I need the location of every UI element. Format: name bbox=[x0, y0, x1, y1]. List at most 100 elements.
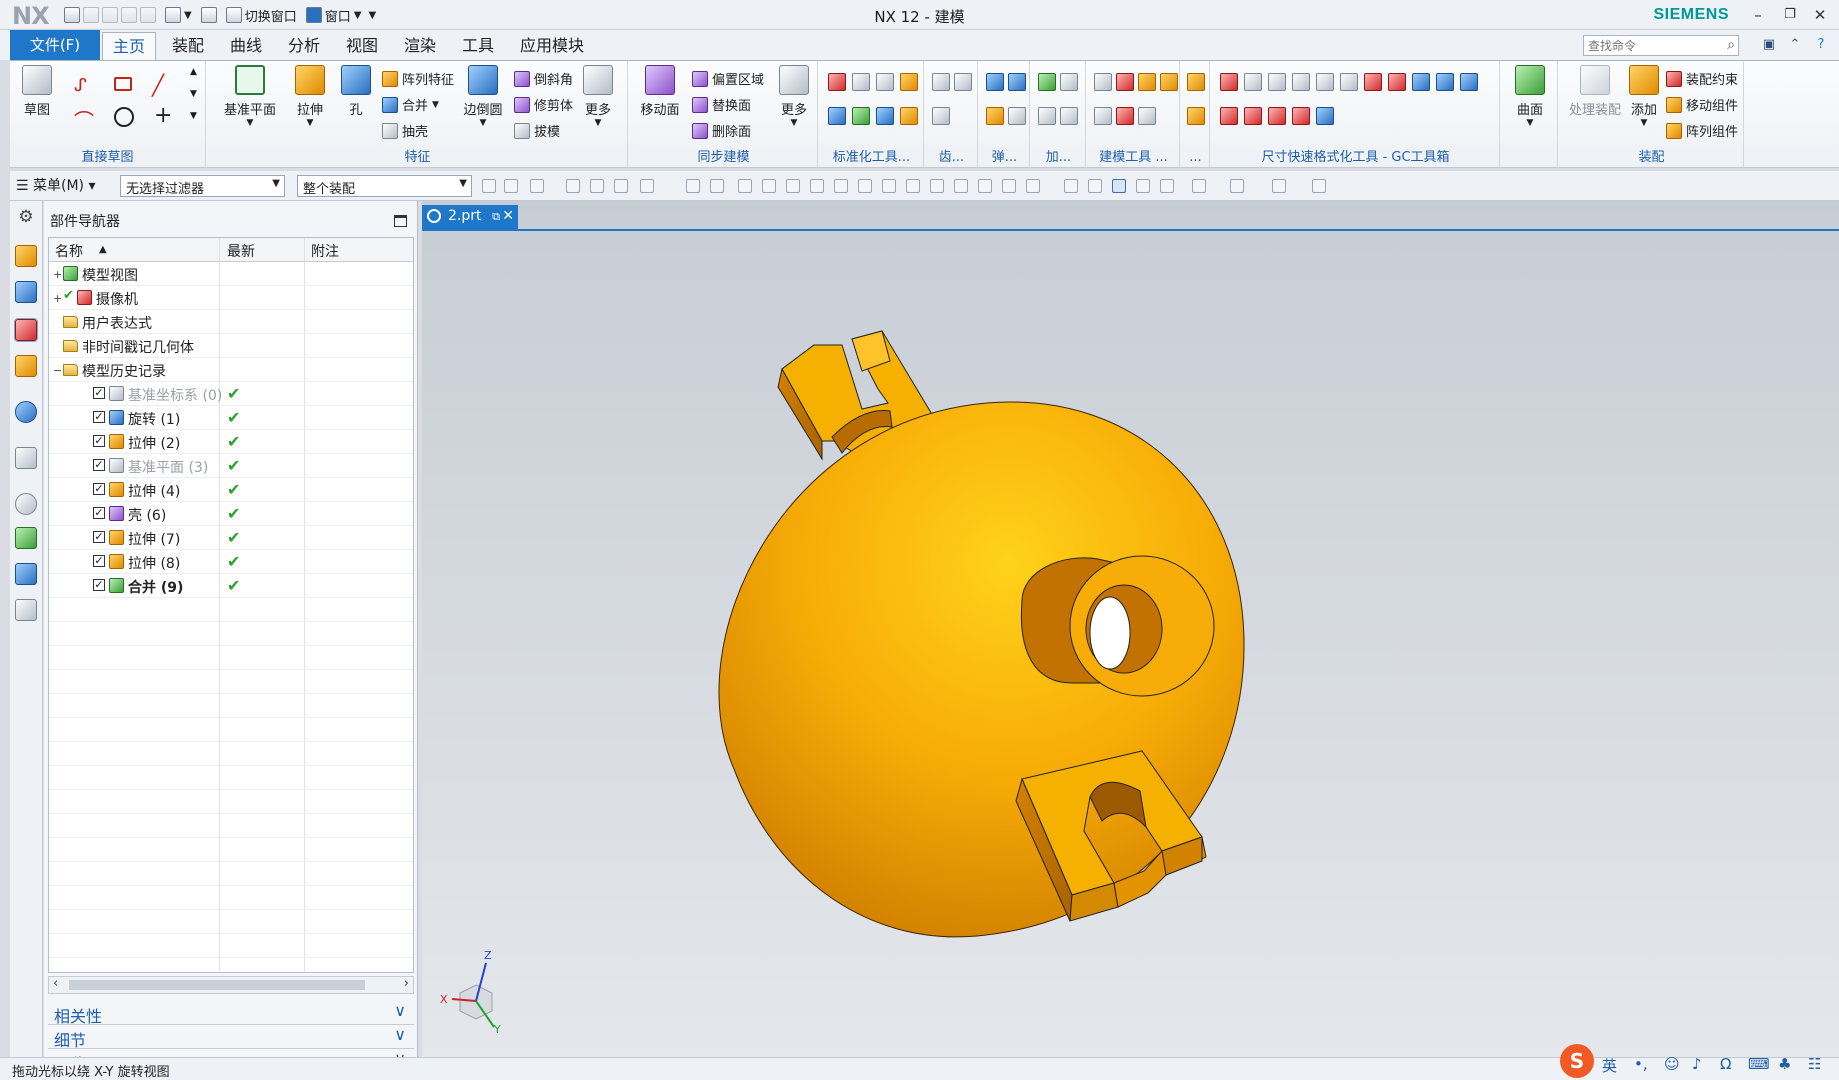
render-style-icon[interactable] bbox=[1230, 179, 1244, 193]
column-header-name[interactable]: 名称 bbox=[55, 241, 83, 261]
line-icon[interactable]: ╱ bbox=[152, 73, 164, 97]
modeling-tool-icon[interactable] bbox=[1116, 73, 1134, 91]
feature-more-button[interactable]: 更多 ▼ bbox=[580, 65, 616, 128]
arc-icon[interactable]: ⌒ bbox=[74, 105, 94, 133]
dimension-tool-icon[interactable] bbox=[1316, 73, 1334, 91]
hole-button[interactable]: 孔 bbox=[338, 65, 374, 118]
snap-point-icon[interactable] bbox=[906, 179, 920, 193]
machining-tool-icon[interactable] bbox=[1038, 73, 1056, 91]
feature-checkbox[interactable]: ✓ bbox=[93, 483, 105, 495]
orient-view-icon[interactable] bbox=[1192, 179, 1206, 193]
surface-button[interactable]: 曲面 ▼ bbox=[1510, 65, 1550, 128]
scroll-right-icon[interactable]: › bbox=[404, 976, 409, 991]
tab-assembly[interactable]: 装配 bbox=[162, 32, 214, 60]
snap-point-icon[interactable] bbox=[762, 179, 776, 193]
snap-point-icon[interactable] bbox=[858, 179, 872, 193]
collapse-ribbon-icon[interactable]: ⌃ bbox=[1787, 37, 1803, 53]
ime-skin-icon[interactable]: ♣ bbox=[1778, 1055, 1791, 1073]
part-model[interactable] bbox=[422, 231, 1839, 1057]
document-tab[interactable]: 2.prt ⧉ ✕ bbox=[422, 205, 518, 229]
dimension-tool-icon[interactable] bbox=[1244, 107, 1262, 125]
standard-tool-icon[interactable] bbox=[900, 107, 918, 125]
feature-checkbox[interactable]: ✓ bbox=[93, 387, 105, 399]
tree-row[interactable]: ✓ 旋转 (1) ✔ bbox=[49, 406, 413, 430]
standard-tool-icon[interactable] bbox=[876, 73, 894, 91]
selection-filter-icon[interactable] bbox=[504, 179, 518, 193]
ime-toolbox-icon[interactable]: Ω bbox=[1720, 1055, 1731, 1073]
snap-point-icon[interactable] bbox=[1026, 179, 1040, 193]
modeling-tool-icon[interactable] bbox=[1160, 73, 1178, 91]
dimension-tool-icon[interactable] bbox=[1388, 73, 1406, 91]
punctuation-icon[interactable]: •, bbox=[1634, 1055, 1648, 1073]
gallery-more-icon[interactable]: ▼ bbox=[190, 111, 197, 129]
tree-row[interactable]: ✓ 壳 (6) ✔ bbox=[49, 502, 413, 526]
shell-button[interactable]: 抽壳 bbox=[382, 121, 428, 140]
column-header-latest[interactable]: 最新 bbox=[227, 241, 255, 261]
group-label-standard-tools[interactable]: 标准化工具... bbox=[820, 146, 923, 165]
tree-row[interactable]: ✓ 基准坐标系 (0) ✔ bbox=[49, 382, 413, 406]
add-component-button[interactable]: 添加 ▼ bbox=[1626, 65, 1662, 128]
snap-point-icon[interactable] bbox=[834, 179, 848, 193]
tree-row[interactable]: 用户表达式 bbox=[49, 310, 413, 334]
feature-checkbox[interactable]: ✓ bbox=[93, 459, 105, 471]
tree-row[interactable]: + 模型视图 bbox=[49, 262, 413, 286]
feature-checkbox[interactable]: ✓ bbox=[93, 555, 105, 567]
modeling-tool-icon[interactable] bbox=[1138, 107, 1156, 125]
ime-menu-icon[interactable]: ☷ bbox=[1808, 1055, 1821, 1073]
pattern-feature-button[interactable]: 阵列特征 bbox=[382, 69, 454, 88]
scrollbar-thumb[interactable] bbox=[69, 980, 365, 990]
column-header-notes[interactable]: 附注 bbox=[311, 241, 339, 261]
sync-more-button[interactable]: 更多 ▼ bbox=[776, 65, 812, 128]
gear-icon[interactable]: ⚙ bbox=[15, 207, 37, 229]
machining-tool-icon[interactable] bbox=[1060, 73, 1078, 91]
selection-filter-icon[interactable] bbox=[710, 179, 724, 193]
snap-point-icon[interactable] bbox=[810, 179, 824, 193]
feature-checkbox[interactable]: ✓ bbox=[93, 579, 105, 591]
zoom-icon[interactable] bbox=[1088, 179, 1102, 193]
feature-checkbox[interactable]: ✓ bbox=[93, 435, 105, 447]
datum-plane-button[interactable]: 基准平面 ▼ bbox=[220, 65, 280, 128]
fit-view-icon[interactable] bbox=[1064, 179, 1078, 193]
type-filter-select[interactable]: 无选择过滤器 ▼ bbox=[120, 175, 285, 197]
spring-tool-icon[interactable] bbox=[986, 73, 1004, 91]
search-icon[interactable]: ⌕ bbox=[1727, 37, 1735, 53]
command-search-input[interactable] bbox=[1583, 35, 1739, 56]
feature-checkbox[interactable]: ✓ bbox=[93, 531, 105, 543]
tab-render[interactable]: 渲染 bbox=[394, 32, 446, 60]
spring-tool-icon[interactable] bbox=[986, 107, 1004, 125]
standard-tool-icon[interactable] bbox=[828, 107, 846, 125]
ribbon-options-icon[interactable]: ▣ bbox=[1761, 37, 1777, 53]
snap-point-icon[interactable] bbox=[1002, 179, 1016, 193]
dimension-tool-icon[interactable] bbox=[1460, 73, 1478, 91]
tree-row[interactable]: ✓ 拉伸 (8) ✔ bbox=[49, 550, 413, 574]
snap-point-icon[interactable] bbox=[930, 179, 944, 193]
tab-view[interactable]: 视图 bbox=[336, 32, 388, 60]
keyboard-icon[interactable]: ⌨ bbox=[1748, 1055, 1770, 1073]
pan-icon[interactable] bbox=[1136, 179, 1150, 193]
assembly-navigator-icon[interactable] bbox=[15, 245, 37, 267]
menu-button[interactable]: ☰ 菜单(M) ▾ bbox=[16, 175, 96, 195]
tab-curve[interactable]: 曲线 bbox=[220, 32, 272, 60]
offset-region-button[interactable]: 偏置区域 bbox=[692, 69, 764, 88]
snap-point-icon[interactable] bbox=[738, 179, 752, 193]
unite-button[interactable]: 合并 ▼ bbox=[382, 95, 439, 114]
dimension-tool-icon[interactable] bbox=[1412, 73, 1430, 91]
assembly-constraint-button[interactable]: 装配约束 bbox=[1666, 69, 1738, 88]
tab-tools[interactable]: 工具 bbox=[452, 32, 504, 60]
view-tool-icon[interactable] bbox=[1160, 179, 1174, 193]
expand-icon[interactable]: + bbox=[53, 292, 62, 305]
tree-row[interactable]: ✓ 拉伸 (7) ✔ bbox=[49, 526, 413, 550]
selection-filter-icon[interactable] bbox=[566, 179, 580, 193]
view-triad[interactable]: Z X Y bbox=[438, 943, 518, 1033]
replace-face-button[interactable]: 替换面 bbox=[692, 95, 751, 114]
feature-checkbox[interactable]: ✓ bbox=[93, 411, 105, 423]
selection-filter-icon[interactable] bbox=[482, 179, 496, 193]
help-icon[interactable]: ? bbox=[1813, 37, 1829, 53]
dimension-tool-icon[interactable] bbox=[1364, 73, 1382, 91]
gallery-up-icon[interactable]: ▲ bbox=[190, 67, 197, 85]
rotate-icon[interactable] bbox=[1112, 179, 1126, 193]
extrude-button[interactable]: 拉伸 ▼ bbox=[290, 65, 330, 128]
close-window-button[interactable]: ✕ bbox=[1809, 4, 1831, 26]
draft-button[interactable]: 拔模 bbox=[514, 121, 560, 140]
machining-tool-icon[interactable] bbox=[1060, 107, 1078, 125]
